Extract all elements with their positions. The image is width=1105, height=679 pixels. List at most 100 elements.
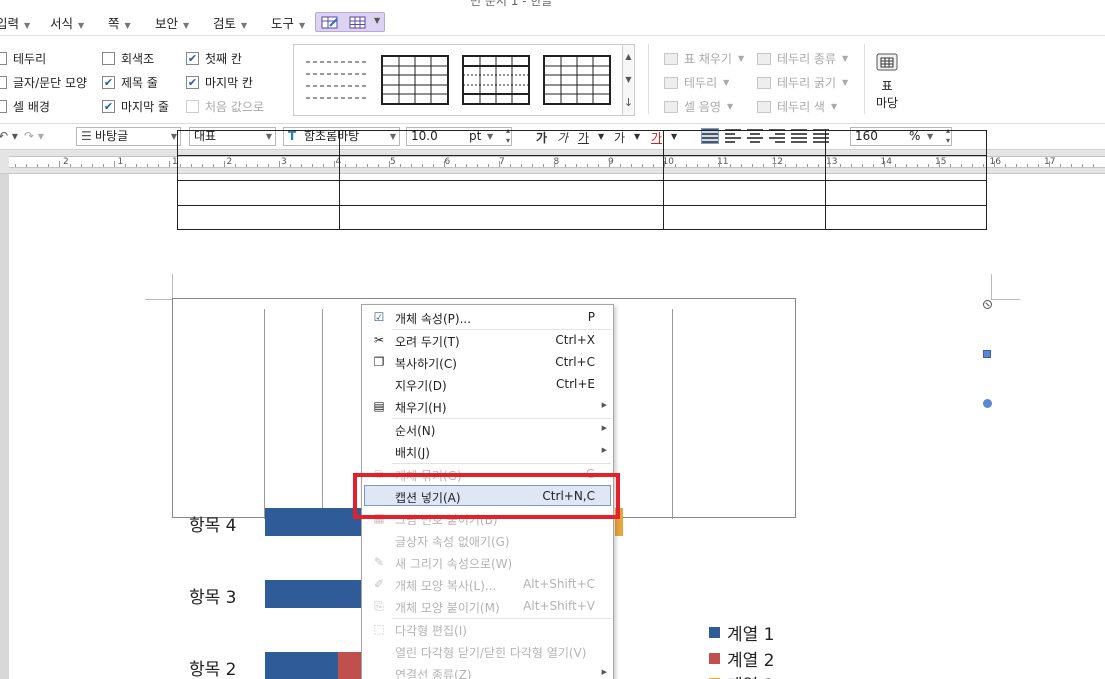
ribbon: 테두리 글자/문단 모양 셀 배경 회색조 ✔ 제목 줄 ✔ 마지막 줄 ✔ 첫째 칸… xyxy=(0,36,1105,124)
menu-insert[interactable]: 입력 ▼ xyxy=(0,13,30,32)
table-fill-button[interactable]: 표 채우기 ▼ xyxy=(664,50,744,67)
check-icon: ✔ xyxy=(186,76,199,89)
checkbox-grayscale[interactable]: 회색조 xyxy=(102,50,154,67)
selection-handle[interactable] xyxy=(983,399,992,408)
category-label: 항목 3 xyxy=(189,588,237,608)
table-style-gallery[interactable]: ▲ ▼ ↓ xyxy=(293,44,635,116)
legend-item: 계열 1 xyxy=(709,620,775,645)
undo-button[interactable]: ↶ ▾ xyxy=(0,129,18,143)
category-label: 항목 2 xyxy=(189,660,237,679)
border-type-icon xyxy=(757,52,771,65)
ruler-tick xyxy=(92,164,93,167)
corner-mark xyxy=(172,274,173,300)
ruler-tick xyxy=(994,161,995,167)
table-col-line xyxy=(339,131,340,229)
menu-item-fill[interactable]: ▤ 채우기(H) ▶ xyxy=(362,395,613,417)
submenu-arrow-icon: ▶ xyxy=(601,424,607,432)
draw-property-icon: ✎ xyxy=(373,555,385,569)
resize-handle[interactable] xyxy=(983,300,992,309)
table-design-icon xyxy=(321,16,338,29)
table-wizard-icon xyxy=(876,53,898,71)
menu-item-remove-textbox[interactable]: 글상자 속성 없애기(G) xyxy=(362,529,613,551)
ruler-tick xyxy=(59,161,60,167)
submenu-arrow-icon: ▶ xyxy=(601,401,607,409)
table-wizard-label: 표 xyxy=(881,79,893,93)
submenu-arrow-icon: ▶ xyxy=(601,446,607,454)
checkbox-last-row[interactable]: ✔ 마지막 줄 xyxy=(102,98,169,115)
table-row-line xyxy=(178,205,986,206)
submenu-arrow-icon: ▶ xyxy=(601,668,607,676)
ruler-tick xyxy=(1027,164,1028,167)
checkbox-header-row[interactable]: ✔ 제목 줄 xyxy=(102,74,158,91)
table-col-line xyxy=(825,131,826,229)
checkbox-border[interactable]: 테두리 xyxy=(0,50,46,67)
checkbox-first-col[interactable]: ✔ 첫째 칸 xyxy=(186,50,242,67)
paste-shape-icon: ⎘ xyxy=(374,599,384,613)
checkbox-last-col[interactable]: ✔ 마지막 칸 xyxy=(186,74,253,91)
redo-button[interactable]: ↷ ▾ xyxy=(24,129,44,143)
legend-item: 계열 2 xyxy=(709,646,775,671)
ruler-number: 2 xyxy=(63,157,69,167)
selection-handle[interactable] xyxy=(983,350,991,358)
menu-item-copy-shape[interactable]: ✐ 개체 모양 복사(L)... Alt+Shift+C xyxy=(362,573,613,595)
chevron-down-icon[interactable]: ▼ xyxy=(623,68,634,91)
menu-item-order[interactable]: 순서(N) ▶ xyxy=(362,418,613,440)
corner-mark xyxy=(145,299,173,300)
chart-gridline xyxy=(322,309,323,519)
table-design-tab[interactable]: ▼ xyxy=(315,12,385,32)
checkbox-cell-bg[interactable]: 셀 배경 xyxy=(0,98,50,115)
menu-item-copy[interactable]: ❐ 복사하기(C) Ctrl+C xyxy=(362,351,613,373)
menu-security[interactable]: 보안 ▼ xyxy=(155,13,189,32)
menu-bar: 입력 ▼ 서식 ▼ 쪽 ▼ 보안 ▼ 검토 ▼ 도구 ▼ ▼ xyxy=(0,8,1105,36)
checkbox-char-para[interactable]: 글자/문단 모양 xyxy=(0,74,87,91)
table-wizard-button[interactable]: 표 마당 xyxy=(872,50,902,111)
menu-item-paste-shape[interactable]: ⎘ 개체 모양 붙이기(M) Alt+Shift+V xyxy=(362,595,613,617)
menu-review[interactable]: 검토 ▼ xyxy=(213,13,247,32)
reset-icon xyxy=(186,100,199,113)
corner-mark xyxy=(991,274,992,300)
menu-item-properties[interactable]: ☑ 개체 속성(P)... P xyxy=(362,306,613,328)
menu-tools[interactable]: 도구 ▼ xyxy=(271,13,305,32)
menu-item-toggle-polygon[interactable]: 열린 다각형 닫기/닫힌 다각형 열기(V) xyxy=(362,640,613,662)
ruler-tick xyxy=(26,164,27,167)
title-bar: 빈 문서 1 - 한글 xyxy=(0,0,1105,8)
ribbon-divider xyxy=(864,44,865,114)
ribbon-divider xyxy=(648,44,649,114)
legend-swatch xyxy=(709,653,720,664)
gallery-expand-icon[interactable]: ↓ xyxy=(623,91,634,114)
ruler-tick xyxy=(103,164,104,167)
menu-item-delete[interactable]: 지우기(D) Ctrl+E xyxy=(362,373,613,395)
menu-item-connector-type[interactable]: 연결선 종류(Z) ▶ xyxy=(362,662,613,679)
document-table[interactable] xyxy=(177,130,987,230)
border-color-button[interactable]: 테두리 색 ▼ xyxy=(757,98,837,115)
chart-gridline xyxy=(672,309,673,519)
cell-shade-button[interactable]: 셀 음영 ▼ xyxy=(664,98,733,115)
ruler-tick xyxy=(48,164,49,167)
menu-item-edit-polygon[interactable]: ⬚ 다각형 편집(I) xyxy=(362,618,613,640)
gallery-scrollbar[interactable]: ▲ ▼ ↓ xyxy=(622,45,634,115)
border-width-button[interactable]: 테두리 굵기 ▼ xyxy=(757,74,848,91)
check-icon: ✔ xyxy=(102,100,115,113)
polygon-icon: ⬚ xyxy=(373,622,385,636)
menu-item-arrange[interactable]: 배치(J) ▶ xyxy=(362,440,613,462)
border-width-icon xyxy=(757,76,771,89)
ruler-tick xyxy=(114,161,115,167)
reset-button[interactable]: 처음 값으로 xyxy=(186,98,264,115)
ruler-tick xyxy=(1005,164,1006,167)
table-wizard-label-2: 마당 xyxy=(875,96,899,110)
ruler-tick xyxy=(81,164,82,167)
chevron-up-icon[interactable]: ▲ xyxy=(623,45,634,68)
menu-format[interactable]: 서식 ▼ xyxy=(50,13,84,32)
menu-item-cut[interactable]: ✂ 오려 두기(T) Ctrl+X xyxy=(362,329,613,351)
ruler-tick xyxy=(1016,164,1017,167)
style-select[interactable]: ☰ 바탕글 ▼ xyxy=(76,127,181,146)
border-type-button[interactable]: 테두리 종류 ▼ xyxy=(757,50,848,67)
ruler-tick xyxy=(136,164,137,167)
menu-page[interactable]: 쪽 ▼ xyxy=(108,13,131,32)
border-button[interactable]: 테두리 ▼ xyxy=(664,74,729,91)
menu-item-new-draw-property[interactable]: ✎ 새 그리기 속성으로(W) xyxy=(362,551,613,573)
cell-shade-icon xyxy=(664,100,678,113)
ruler-tick xyxy=(1093,164,1094,167)
ruler-tick xyxy=(37,164,38,167)
table-style-thumbnails xyxy=(306,55,611,105)
